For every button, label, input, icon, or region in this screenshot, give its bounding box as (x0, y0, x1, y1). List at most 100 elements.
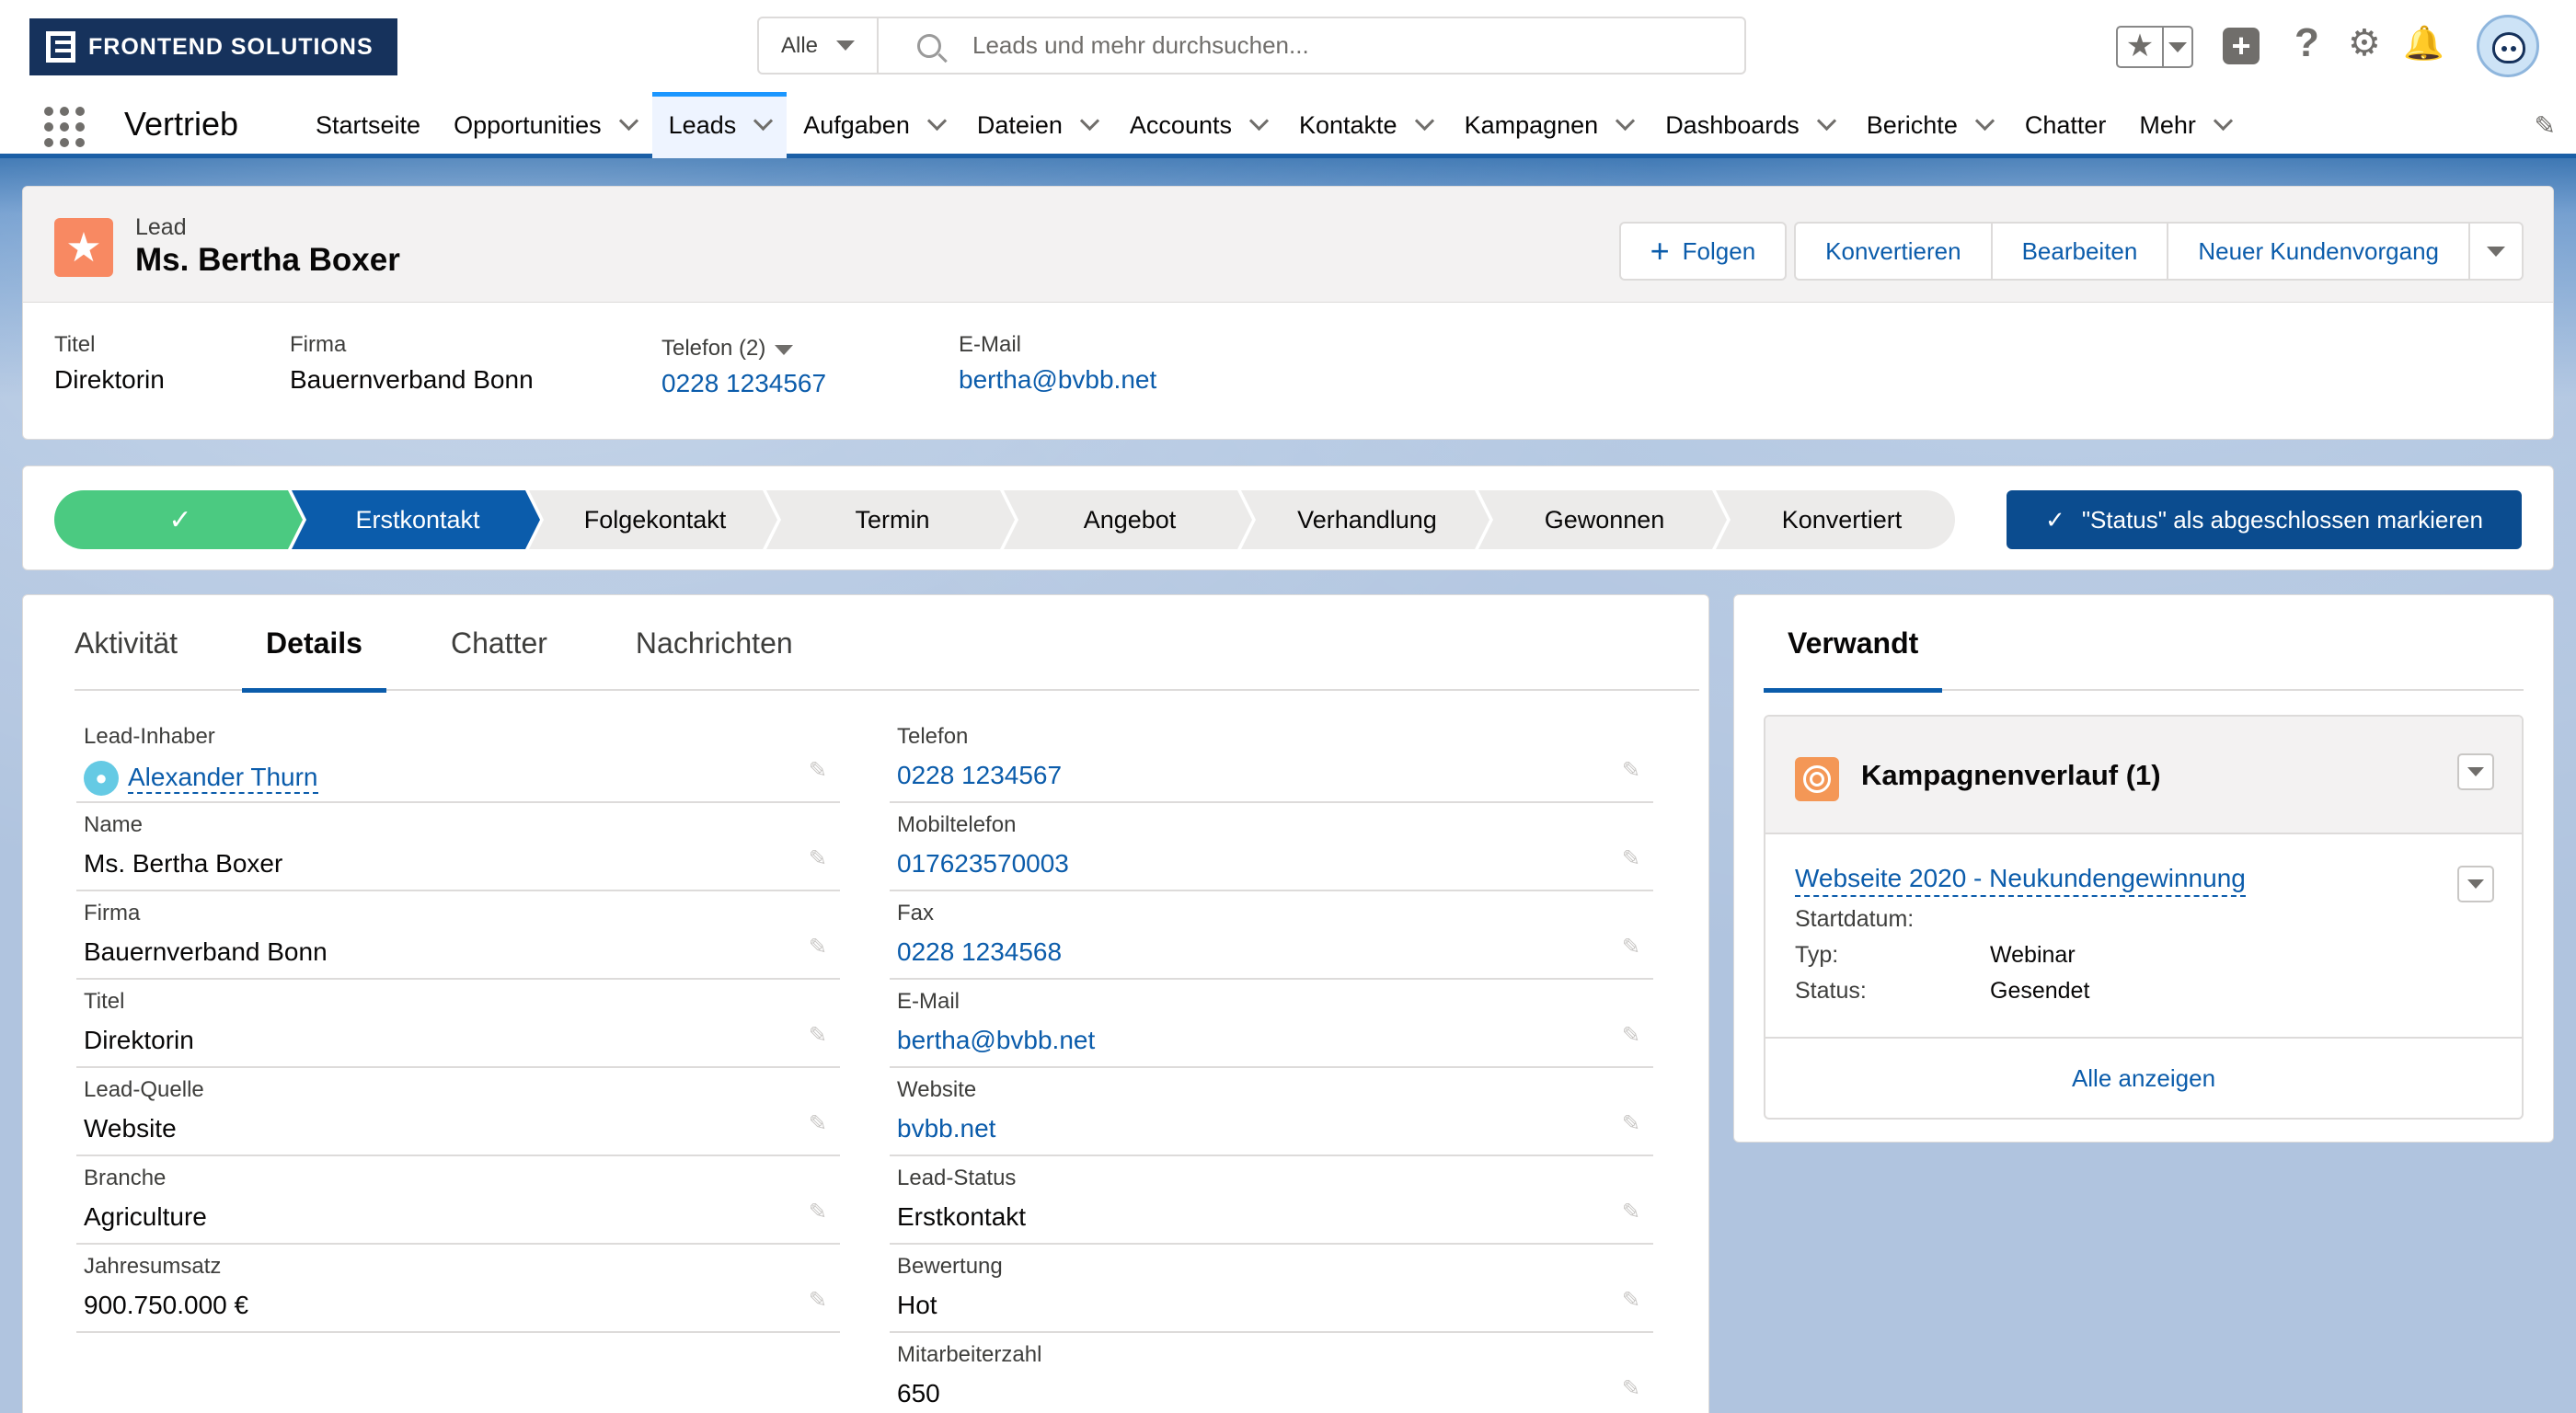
pencil-icon[interactable]: ✎ (809, 1022, 827, 1049)
field-value[interactable]: 017623570003 (897, 849, 1653, 879)
nav-item-kampagnen[interactable]: Kampagnen (1448, 92, 1650, 158)
more-actions-button[interactable] (2468, 222, 2524, 281)
field-value-text[interactable]: 0228 1234567 (897, 761, 1062, 790)
field-value: 900.750.000 € (84, 1291, 840, 1320)
detail-field: Titel Direktorin ✎ (76, 980, 840, 1068)
view-all-link[interactable]: Alle anzeigen (1765, 1037, 2522, 1118)
chevron-down-icon[interactable] (1616, 110, 1636, 131)
campaign-link[interactable]: Webseite 2020 - Neukundengewinnung (1795, 864, 2246, 897)
caret-down-icon[interactable] (775, 345, 794, 355)
pencil-icon[interactable]: ✎ (809, 934, 827, 960)
field-value[interactable]: bertha@bvbb.net (897, 1026, 1653, 1055)
chevron-down-icon[interactable] (1816, 110, 1836, 131)
chevron-down-icon[interactable] (618, 110, 638, 131)
campaign-history-list: Kampagnenverlauf (1) Webseite 2020 - Neu… (1764, 715, 2524, 1120)
pencil-icon[interactable]: ✎ (1622, 845, 1640, 872)
nav-item-startseite[interactable]: Startseite (299, 92, 437, 158)
app-launcher-icon[interactable] (44, 107, 85, 147)
avatar[interactable] (2477, 15, 2539, 77)
related-panel: Verwandt Kampagnenverlauf (1) Webseite 2… (1733, 594, 2554, 1143)
pencil-icon[interactable]: ✎ (1622, 1110, 1640, 1137)
global-create-plus-icon[interactable]: + (2223, 28, 2260, 64)
gear-icon[interactable]: ⚙ (2348, 22, 2381, 64)
field-value-text[interactable]: bvbb.net (897, 1114, 995, 1143)
path-stage-verhandlung[interactable]: Verhandlung (1241, 490, 1493, 549)
path-stage-folgekontakt[interactable]: Folgekontakt (529, 490, 781, 549)
field-value[interactable]: 0228 1234568 (897, 937, 1653, 967)
chevron-down-icon[interactable] (753, 110, 774, 131)
pencil-icon[interactable]: ✎ (2535, 110, 2556, 141)
path-stage-angebot[interactable]: Angebot (1004, 490, 1256, 549)
tab-details[interactable]: Details (242, 595, 386, 693)
highlight-value[interactable]: 0228 1234567 (661, 369, 826, 398)
chevron-down-icon[interactable] (2213, 110, 2234, 131)
pencil-icon[interactable]: ✎ (1622, 1199, 1640, 1225)
highlight-value[interactable]: bertha@bvbb.net (959, 365, 1156, 395)
nav-item-accounts[interactable]: Accounts (1113, 92, 1282, 158)
record-name: Ms. Bertha Boxer (135, 242, 400, 278)
nav-item-berichte[interactable]: Berichte (1850, 92, 2008, 158)
entity-label: Lead (135, 214, 187, 240)
pencil-icon[interactable]: ✎ (809, 1110, 827, 1137)
favorites-button[interactable]: ★ (2116, 26, 2193, 68)
path-stage-complete[interactable]: ✓ (54, 490, 306, 549)
pencil-icon[interactable]: ✎ (809, 1287, 827, 1314)
tab-related[interactable]: Verwandt (1764, 595, 1943, 693)
field-value-text[interactable]: bertha@bvbb.net (897, 1026, 1095, 1055)
chevron-down-icon[interactable] (1974, 110, 1995, 131)
owner-link[interactable]: Alexander Thurn (128, 763, 318, 794)
detail-field: Lead-Status Erstkontakt ✎ (890, 1156, 1653, 1245)
chevron-down-icon[interactable] (1079, 110, 1100, 131)
nav-item-chatter[interactable]: Chatter (2008, 92, 2123, 158)
pencil-icon[interactable]: ✎ (809, 1199, 827, 1225)
nav-item-aufgaben[interactable]: Aufgaben (787, 92, 960, 158)
search-input[interactable]: Leads und mehr durchsuchen... (972, 31, 1309, 60)
new-case-button[interactable]: Neuer Kundenvorgang (2167, 222, 2468, 281)
chevron-down-icon[interactable] (1248, 110, 1270, 131)
pencil-icon[interactable]: ✎ (1622, 1287, 1640, 1314)
field-value[interactable]: 0228 1234567 (897, 761, 1653, 790)
mark-status-complete-button[interactable]: ✓ "Status" als abgeschlossen markieren (2007, 490, 2522, 549)
field-value-text[interactable]: 0228 1234568 (897, 937, 1062, 967)
pencil-icon[interactable]: ✎ (1622, 934, 1640, 960)
company-logo[interactable]: FRONTEND SOLUTIONS (29, 18, 397, 75)
nav-item-kontakte[interactable]: Kontakte (1282, 92, 1448, 158)
row-actions-button[interactable] (2457, 866, 2494, 902)
pencil-icon[interactable]: ✎ (1622, 757, 1640, 784)
path-stage-konvertiert[interactable]: Konvertiert (1716, 490, 1968, 549)
field-value-text: 900.750.000 € (84, 1291, 249, 1319)
tab-aktivität[interactable]: Aktivität (75, 595, 201, 691)
nav-item-mehr[interactable]: Mehr (2122, 92, 2247, 158)
detail-field: Telefon 0228 1234567 ✎ (890, 715, 1653, 803)
tab-nachrichten[interactable]: Nachrichten (612, 595, 817, 691)
path-stage-gewonnen[interactable]: Gewonnen (1478, 490, 1731, 549)
search-scope-select[interactable]: Alle (759, 18, 879, 73)
field-value[interactable]: ● Alexander Thurn (84, 761, 840, 796)
bell-icon[interactable]: 🔔 (2403, 24, 2444, 63)
path-stage-label: Erstkontakt (355, 505, 480, 534)
pencil-icon[interactable]: ✎ (809, 845, 827, 872)
nav-item-dateien[interactable]: Dateien (960, 92, 1113, 158)
nav-item-leads[interactable]: Leads (651, 92, 788, 158)
tab-chatter[interactable]: Chatter (427, 595, 571, 691)
convert-button[interactable]: Konvertieren (1794, 222, 1991, 281)
nav-item-dashboards[interactable]: Dashboards (1649, 92, 1850, 158)
change-owner-icon[interactable]: ✎ (809, 757, 827, 784)
list-item: Webseite 2020 - Neukundengewinnung Start… (1795, 864, 2494, 1005)
field-value-text[interactable]: 017623570003 (897, 849, 1069, 879)
favorites-menu-button[interactable] (2164, 28, 2191, 66)
help-icon[interactable]: ? (2294, 20, 2319, 66)
star-icon[interactable]: ★ (2118, 28, 2164, 66)
pencil-icon[interactable]: ✎ (1622, 1022, 1640, 1049)
field-value[interactable]: bvbb.net (897, 1114, 1653, 1143)
nav-item-opportunities[interactable]: Opportunities (437, 92, 652, 158)
list-actions-button[interactable] (2457, 753, 2494, 790)
related-list-title[interactable]: Kampagnenverlauf (1) (1861, 759, 2161, 792)
pencil-icon[interactable]: ✎ (1622, 1375, 1640, 1402)
edit-button[interactable]: Bearbeiten (1990, 222, 2168, 281)
path-stage-erstkontakt[interactable]: Erstkontakt (292, 490, 544, 549)
chevron-down-icon[interactable] (926, 110, 947, 131)
follow-button[interactable]: + Folgen (1618, 222, 1788, 281)
chevron-down-icon[interactable] (1414, 110, 1434, 131)
path-stage-termin[interactable]: Termin (766, 490, 1018, 549)
